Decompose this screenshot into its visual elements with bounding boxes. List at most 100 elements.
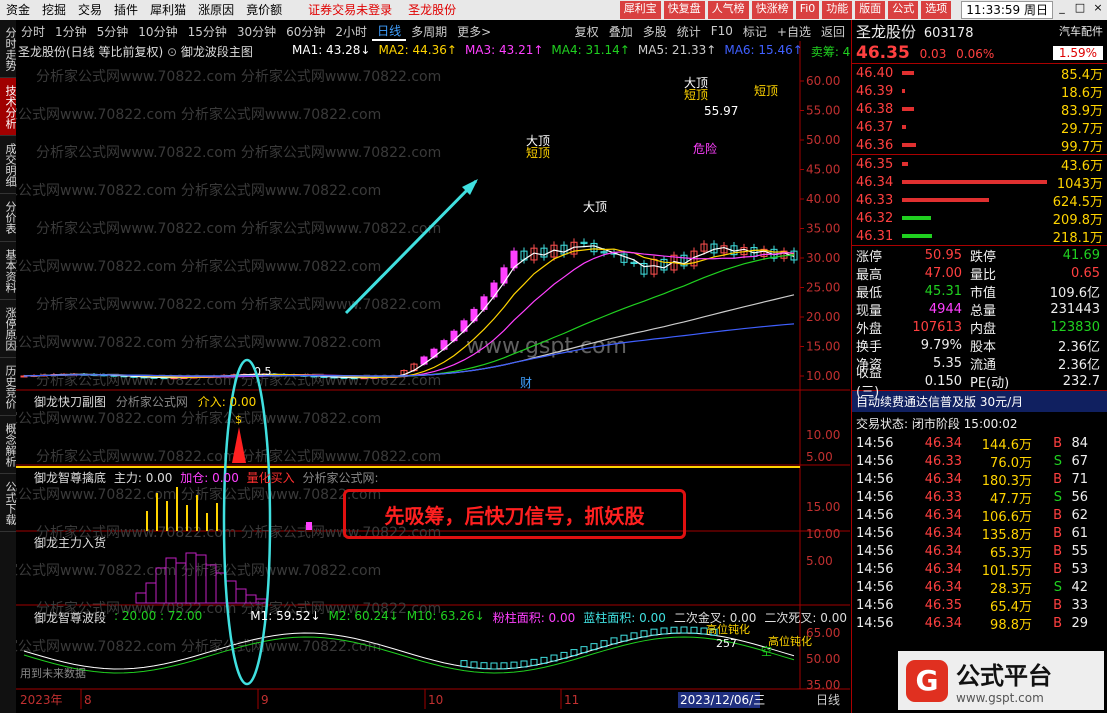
promo-banner[interactable]: 自动续费通达信普及版 30元/月: [852, 390, 1107, 412]
quick-btn-5[interactable]: Fi0: [795, 1, 820, 19]
menu-item-funds[interactable]: 资金: [0, 0, 36, 20]
annotation-cai: 财: [520, 376, 532, 390]
stat-label: 最高: [856, 267, 883, 283]
menu-item-auction[interactable]: 竟价额: [240, 0, 288, 20]
ask-row[interactable]: 46.38 83.9万: [852, 100, 1107, 119]
sidebar-tab-intraday[interactable]: 分时走势: [0, 20, 17, 78]
period-2h[interactable]: 2小时: [330, 23, 372, 40]
main-indicator-name[interactable]: 御龙波段主图: [181, 45, 253, 59]
bid-row[interactable]: 46.35 43.6万: [852, 155, 1107, 174]
panel5-label: 257: [716, 637, 737, 650]
order-book: 46.40 85.4万 46.39 18.6万 46.38 83.9万 46.37 29.7万…: [852, 64, 1107, 246]
menu-item-limitup-reason[interactable]: 涨原因: [192, 0, 240, 20]
sidebar-tab-tech-analysis[interactable]: 技术分析: [0, 78, 17, 136]
tool-add-watch[interactable]: +自选: [772, 23, 816, 40]
period-15min[interactable]: 15分钟: [183, 23, 232, 40]
x-axis-month: 9: [261, 693, 269, 707]
tick-time: 14:56: [856, 507, 894, 523]
last-price: 46.35: [856, 42, 910, 63]
menu-item-xilimao[interactable]: 犀利猫: [144, 0, 192, 20]
tick-row: 14:56 46.34 65.3万 B 55: [852, 542, 1107, 561]
ask-row[interactable]: 46.39 18.6万: [852, 82, 1107, 101]
bid-row[interactable]: 46.33 624.5万: [852, 191, 1107, 210]
close-icon[interactable]: ×: [1089, 1, 1107, 19]
sector[interactable]: 汽车配件: [1059, 23, 1103, 39]
watermark-text: 分析家公式网www.70822.com 分析家公式网www.70822.com: [36, 220, 441, 237]
annotation-short: 短顶: [684, 88, 708, 102]
tick-side: B: [1053, 507, 1062, 523]
trend-arrow: [344, 179, 478, 315]
quick-btn-8[interactable]: 公式: [888, 1, 919, 19]
sidebar-tab-trade-detail[interactable]: 成交明细: [0, 136, 17, 194]
watermark-text: 分析家公式网www.70822.com 分析家公式网www.70822.com: [16, 334, 381, 351]
tick-price: 46.34: [924, 543, 962, 559]
quick-btn-7[interactable]: 版面: [855, 1, 886, 19]
tool-stats[interactable]: 统计: [672, 23, 706, 40]
stat-row: 最高 47.00 量比 0.65: [852, 264, 1107, 283]
maximize-icon[interactable]: □: [1071, 1, 1089, 19]
period-more[interactable]: 更多>: [452, 23, 496, 40]
ask-row[interactable]: 46.37 29.7万: [852, 118, 1107, 137]
menu-item-mining[interactable]: 挖掘: [36, 0, 72, 20]
panel4-title[interactable]: 御龙主力入货: [34, 534, 106, 551]
watermark-text: 分析家公式网www.70822.com 分析家公式网www.70822.com: [16, 638, 381, 655]
ask-volume-bar: [902, 68, 1047, 78]
tool-f10[interactable]: F10: [706, 24, 738, 38]
sidebar-tab-formula-download[interactable]: 公式下载: [0, 474, 17, 532]
period-intraday[interactable]: 分时: [16, 23, 50, 40]
bid-row[interactable]: 46.31 218.1万: [852, 227, 1107, 246]
panel2-name[interactable]: 御龙快刀副图: [34, 395, 106, 409]
bid-row[interactable]: 46.32 209.8万: [852, 209, 1107, 228]
quick-btn-9[interactable]: 选项: [921, 1, 952, 19]
x-axis-date: 2023/12/06/三: [680, 693, 765, 707]
tool-multi-stock[interactable]: 多股: [638, 23, 672, 40]
watermark-text: 分析家公式网www.70822.com 分析家公式网www.70822.com: [36, 296, 441, 313]
sidebar-tab-concept[interactable]: 概念解析: [0, 416, 17, 474]
candle-body: [480, 296, 488, 310]
tick-row: 14:56 46.34 135.8万 B 61: [852, 524, 1107, 543]
panel3-name[interactable]: 御龙智尊擒底: [34, 471, 106, 485]
panel3-src: 分析家公式网:: [302, 471, 379, 485]
sidebar-tab-price-table[interactable]: 分价表: [0, 194, 17, 242]
quick-btn-6[interactable]: 功能: [822, 1, 853, 19]
quick-btn-4[interactable]: 快涨榜: [751, 1, 793, 19]
watermark-text: 分析家公式网www.70822.com 分析家公式网www.70822.com: [16, 258, 381, 275]
period-multi[interactable]: 多周期: [406, 23, 452, 40]
tool-back[interactable]: 返回: [816, 23, 850, 40]
ask-row[interactable]: 46.40 85.4万: [852, 64, 1107, 83]
sidebar-tab-auction-history[interactable]: 历史竞价: [0, 358, 17, 416]
price-tick-label: 40.00: [806, 192, 840, 206]
stat-row: 外盘 107613 内盘 123830: [852, 318, 1107, 337]
menu-item-plugins[interactable]: 插件: [108, 0, 144, 20]
period-1min[interactable]: 1分钟: [50, 23, 92, 40]
chart-area[interactable]: 分析家公式网www.70822.com 分析家公式网www.70822.com 分…: [16, 41, 879, 713]
watermark-text: 分析家公式网www.70822.com 分析家公式网www.70822.com: [36, 68, 441, 85]
panel3-pink-mark: [306, 522, 312, 530]
price-tick-label: 60.00: [806, 74, 840, 88]
period-30min[interactable]: 30分钟: [232, 23, 281, 40]
tool-adjust[interactable]: 复权: [570, 23, 604, 40]
login-warning[interactable]: 证券交易未登录: [302, 0, 398, 20]
bid-row[interactable]: 46.34 1043万: [852, 173, 1107, 192]
quick-btn-2[interactable]: 快复盘: [663, 1, 705, 19]
candle-body: [470, 308, 478, 322]
tool-mark[interactable]: 标记: [738, 23, 772, 40]
ma-legend: MA1: 43.28↓ MA2: 44.36↑ MA3: 43.21↑ MA4:…: [292, 43, 869, 60]
minimize-icon[interactable]: _: [1053, 1, 1071, 19]
panel5-fen: 粉柱面积: 0.00: [492, 611, 576, 625]
sidebar-tab-basic-info[interactable]: 基本资料: [0, 242, 17, 300]
sidebar-tab-limitup-reason[interactable]: 涨停原因: [0, 300, 17, 358]
stat-value: 9.79%: [920, 337, 962, 353]
panel5-name[interactable]: 御龙智尊波段: [34, 609, 106, 626]
menu-item-trade[interactable]: 交易: [72, 0, 108, 20]
quick-btn-1[interactable]: 犀利宝: [619, 1, 661, 19]
period-5min[interactable]: 5分钟: [92, 23, 134, 40]
period-60min[interactable]: 60分钟: [281, 23, 330, 40]
period-daily[interactable]: 日线: [372, 22, 407, 41]
tool-overlay[interactable]: 叠加: [604, 23, 638, 40]
stat-label: 最低: [856, 285, 883, 301]
ask-row[interactable]: 46.36 99.7万: [852, 136, 1107, 155]
tick-count: 56: [1071, 489, 1088, 505]
period-10min[interactable]: 10分钟: [133, 23, 182, 40]
quick-btn-3[interactable]: 人气榜: [707, 1, 749, 19]
